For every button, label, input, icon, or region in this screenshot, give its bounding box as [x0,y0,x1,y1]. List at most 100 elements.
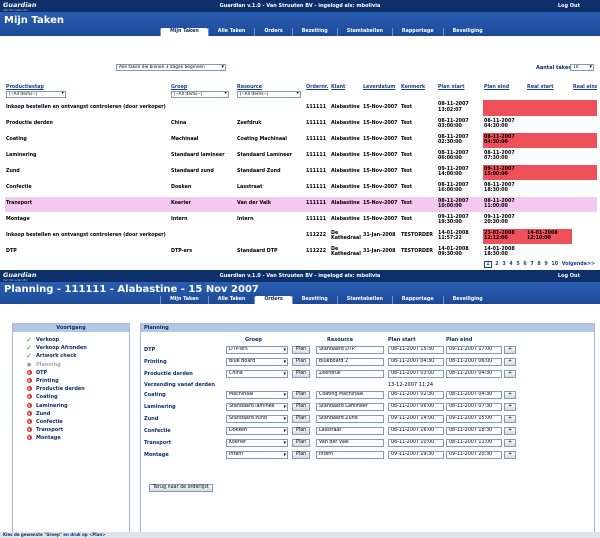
col-kenmerk[interactable]: Kenmerk [400,83,437,90]
task-row[interactable]: Transport Koerier Van der Valk 111111 Alabas… [5,196,597,213]
voortgang-item[interactable]: × DTP [25,369,129,377]
task-row[interactable]: Zund Standaard zund Standaard Zund 111111 Al… [5,164,597,181]
voortgang-item[interactable]: × Laminering [25,402,129,410]
page-link[interactable]: 3 [502,262,505,267]
plan-button[interactable]: Plan [292,346,311,354]
page-link[interactable]: 6 [523,262,526,267]
tab-alle-taken[interactable]: Alle Taken [207,296,255,304]
add-button[interactable]: + [504,358,517,366]
tab-orders[interactable]: Orders [254,296,292,304]
resource-field[interactable]: Coating Machinaal [316,391,384,399]
task-row[interactable]: Montage Intern Intern 111111 Alabastine 15-No… [5,212,597,229]
voortgang-item[interactable]: × Productie derden [25,385,129,393]
tab-stamtabellen[interactable]: Stamtabellen [336,296,392,304]
plan-start-field[interactable]: 08-11-2007 16:00 [388,427,444,435]
voortgang-item[interactable]: × Transport [25,426,129,434]
voortgang-item[interactable]: × Zund [25,410,129,418]
voortgang-item[interactable]: ● Planning [25,361,129,369]
tab-rapportage[interactable]: Rapportage [391,28,443,36]
page-next[interactable]: Volgende>> [562,262,595,267]
plan-eind-field[interactable]: 09-11-2007 20:30 [446,451,502,459]
filter-resource[interactable]: [--All Items--] [237,90,301,98]
page-link[interactable]: 4 [509,262,512,267]
tab-stamtabellen[interactable]: Stamtabellen [336,28,392,36]
page-current[interactable]: 1 [484,261,492,268]
plan-button[interactable]: Plan [292,439,311,447]
task-row[interactable]: Inkoop bestellen en ontvangst controlere… [5,228,597,245]
groep-select[interactable]: Doeken [226,427,288,435]
resource-field[interactable]: Van der Valk [316,439,384,447]
add-button[interactable]: + [504,427,517,435]
tab-mijn-taken[interactable]: Mijn Taken [160,28,208,36]
voortgang-item[interactable]: ✓ Verkoop [25,336,129,344]
plan-button[interactable]: Plan [292,370,311,378]
plan-eind-field[interactable]: 08-11-2007 07:30 [446,403,502,411]
tab-beveiliging[interactable]: Beveiliging [442,296,492,304]
add-button[interactable]: + [504,346,517,354]
groep-select[interactable]: Machinaal [226,391,288,399]
voortgang-item[interactable]: × Coating [25,393,129,401]
col-plan-eind[interactable]: Plan eind [483,83,526,90]
groep-select[interactable]: China [226,370,288,378]
col-groep[interactable]: Groep [170,83,236,90]
back-to-orders-button[interactable]: Terug naar de orderlijst [149,484,213,492]
resource-field[interactable]: Standaard DTP [316,346,384,354]
logout-link[interactable]: Log Out [558,3,580,9]
tab-bezetting[interactable]: Bezetting [291,28,337,36]
col-ordernr[interactable]: Ordernr. [305,83,330,90]
col-real-start[interactable]: Real start [526,83,572,90]
page-link[interactable]: 7 [530,262,533,267]
page-link[interactable]: 10 [551,262,558,267]
page-link[interactable]: 5 [516,262,519,267]
col-real-eind[interactable]: Real eind [572,83,597,90]
filter-productiestap[interactable]: [--All Items--] [6,90,66,98]
groep-select[interactable]: Blue Board [226,358,288,366]
page-link[interactable]: 9 [544,262,547,267]
task-row[interactable]: Inkoop bestellen en ontvangst controlere… [5,100,597,117]
tab-bezetting[interactable]: Bezetting [291,296,337,304]
plan-button[interactable]: Plan [292,451,311,459]
add-button[interactable]: + [504,403,517,411]
task-row[interactable]: Laminering Standaard lamineer Standaard La… [5,148,597,165]
plan-start-field[interactable]: 08-11-2007 02:30 [388,391,444,399]
count-select[interactable]: 10 [570,64,594,71]
plan-button[interactable]: Plan [292,415,311,423]
col-productiestap[interactable]: Productiestap [5,83,170,90]
page-link[interactable]: 2 [495,262,498,267]
plan-start-field[interactable]: 08-11-2007 15:30 [388,346,444,354]
plan-start-field[interactable]: 09-11-2007 14:00 [388,415,444,423]
voortgang-item[interactable]: × Montage [25,434,129,442]
groep-select[interactable]: Intern [226,451,288,459]
plan-eind-field[interactable]: 08-11-2007 04:30 [446,370,502,378]
tab-orders[interactable]: Orders [254,28,291,36]
voortgang-item[interactable]: × Confectie [25,418,129,426]
filter-groep[interactable]: [--All Items--] [171,90,229,98]
plan-button[interactable]: Plan [292,427,311,435]
voortgang-item[interactable]: × Printing [25,377,129,385]
plan-start-field[interactable]: 08-11-2007 06:00 [388,403,444,411]
resource-field[interactable]: Zeefdruk [316,370,384,378]
plan-button[interactable]: Plan [292,403,311,411]
resource-field[interactable]: Lasstraat [316,427,384,435]
resource-field[interactable]: Intern [316,451,384,459]
voortgang-item[interactable]: ✓ Artwork check [25,352,129,360]
groep-select[interactable]: Standaard zund [226,415,288,423]
plan-start-field[interactable]: 08-11-2007 10:00 [388,439,444,447]
resource-field[interactable]: Standaard Lamineer [316,403,384,411]
add-button[interactable]: + [504,391,517,399]
task-row[interactable]: Productie derden China Zeefdruk 111111 Alaba… [5,116,597,133]
logout-link[interactable]: Log Out [558,273,580,279]
resource-field[interactable]: Standaard Zund [316,415,384,423]
task-filter-select[interactable]: Alle taken die binnen 3 dagen beginnen [116,64,226,71]
page-link[interactable]: 8 [537,262,540,267]
col-plan-start[interactable]: Plan start [437,83,483,90]
add-button[interactable]: + [504,415,517,423]
task-row[interactable]: DTP DTP-ers Standaard DTP 111222 De Kathedra… [5,244,597,261]
tab-mijn-taken[interactable]: Mijn Taken [160,296,208,304]
plan-eind-field[interactable]: 09-11-2007 15:00 [446,415,502,423]
col-klant[interactable]: Klant [330,83,362,90]
plan-eind-field[interactable]: 08-11-2007 11:00 [446,439,502,447]
groep-select[interactable]: Standaard laminee [226,403,288,411]
plan-eind-field[interactable]: 08-11-2007 18:30 [446,427,502,435]
plan-start-field[interactable]: 09-11-2007 19:30 [388,451,444,459]
